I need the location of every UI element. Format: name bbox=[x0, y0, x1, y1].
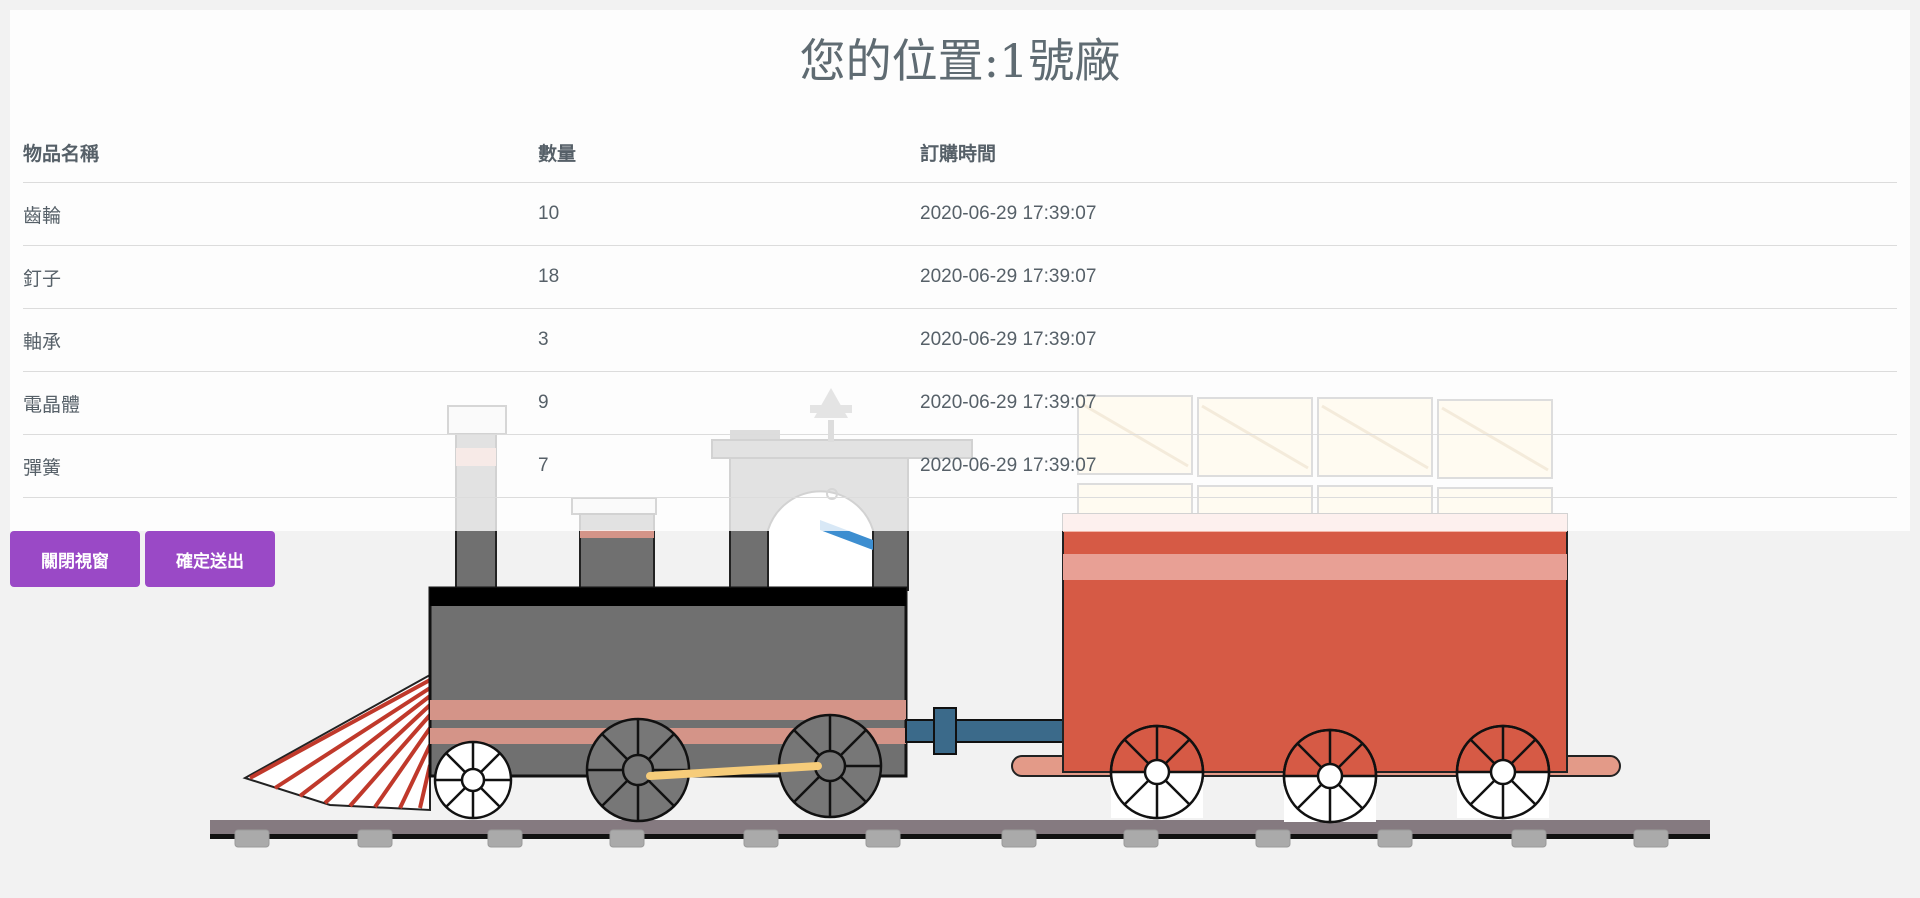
quantity-cell: 3 bbox=[538, 308, 920, 372]
quantity-cell: 9 bbox=[538, 371, 920, 435]
column-header-quantity: 數量 bbox=[538, 122, 920, 183]
close-window-button[interactable]: 關閉視窗 bbox=[10, 531, 140, 587]
table-row: 釘子 18 2020-06-29 17:39:07 bbox=[23, 245, 1897, 309]
order-time-cell: 2020-06-29 17:39:07 bbox=[920, 245, 1897, 309]
confirm-submit-button[interactable]: 確定送出 bbox=[145, 531, 275, 587]
item-name-cell: 電晶體 bbox=[23, 371, 538, 435]
order-time-cell: 2020-06-29 17:39:07 bbox=[920, 371, 1897, 435]
quantity-cell: 18 bbox=[538, 245, 920, 309]
item-name-cell: 釘子 bbox=[23, 245, 538, 309]
item-name-cell: 齒輪 bbox=[23, 182, 538, 246]
tender-wheels bbox=[1109, 724, 1551, 824]
table-row: 彈簧 7 2020-06-29 17:39:07 bbox=[23, 434, 1897, 498]
order-time-cell: 2020-06-29 17:39:07 bbox=[920, 308, 1897, 372]
cowcatcher bbox=[242, 673, 432, 812]
table-row: 軸承 3 2020-06-29 17:39:07 bbox=[23, 308, 1897, 372]
order-table: 物品名稱 數量 訂購時間 齒輪 10 2020-06-29 17:39:07 釘… bbox=[23, 122, 1897, 498]
column-header-order-time: 訂購時間 bbox=[920, 122, 1897, 183]
order-time-cell: 2020-06-29 17:39:07 bbox=[920, 182, 1897, 246]
quantity-cell: 7 bbox=[538, 434, 920, 498]
order-time-cell: 2020-06-29 17:39:07 bbox=[920, 434, 1897, 498]
column-header-item-name: 物品名稱 bbox=[23, 122, 538, 183]
item-name-cell: 彈簧 bbox=[23, 434, 538, 498]
quantity-cell: 10 bbox=[538, 182, 920, 246]
coupler bbox=[905, 707, 1067, 755]
order-panel: 您的位置:1號廠 物品名稱 數量 訂購時間 齒輪 10 2020-06-29 1… bbox=[10, 10, 1910, 531]
table-row: 齒輪 10 2020-06-29 17:39:07 bbox=[23, 182, 1897, 246]
railway-track bbox=[210, 820, 1710, 848]
item-name-cell: 軸承 bbox=[23, 308, 538, 372]
page-title: 您的位置:1號廠 bbox=[799, 34, 1121, 88]
table-row: 電晶體 9 2020-06-29 17:39:07 bbox=[23, 371, 1897, 435]
table-header-row: 物品名稱 數量 訂購時間 bbox=[23, 122, 1897, 183]
